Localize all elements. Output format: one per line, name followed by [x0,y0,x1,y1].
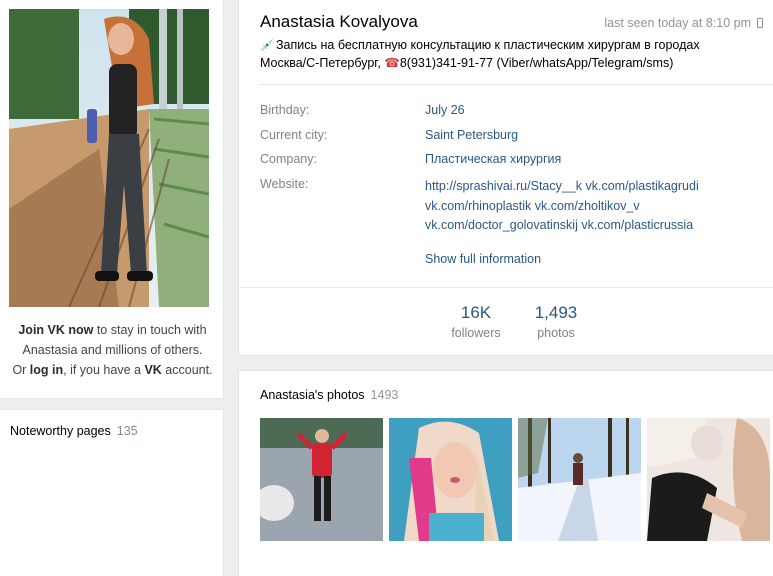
status-text-2: Москва/С-Петербург, [260,56,385,70]
birthday-value[interactable]: July 26 [425,103,465,117]
photo-image [260,418,383,541]
company-label: Company: [260,152,317,166]
birthday-label: Birthday: [260,103,310,117]
photo-thumbnail[interactable] [389,418,512,541]
followers-stat[interactable]: 16K followers [436,303,516,340]
syringe-icon: 💉 [260,40,274,52]
avatar-photo [9,9,209,307]
followers-count: 16K [460,303,492,322]
login-link[interactable]: log in [30,363,63,377]
photos-stat[interactable]: 1,493 photos [516,303,596,340]
city-label: Current city: [260,128,328,142]
photo-image [389,418,512,541]
company-value[interactable]: Пластическая хирургия [425,152,561,166]
join-text-2: Anastasia and millions of others. [22,343,203,357]
vk-brand: VK [144,363,162,377]
website-link[interactable]: vk.com/rhinoplastik vk.com/zholtikov_v [425,197,745,217]
website-value: http://sprashivai.ru/Stacy__k vk.com/pla… [425,177,745,236]
profile-name: Anastasia Kovalyova [260,12,418,31]
phone-icon: ☎ [384,56,400,70]
mobile-icon [757,18,763,28]
photo-thumbnail[interactable] [647,418,770,541]
followers-label: followers [451,326,501,340]
photo-image [647,418,770,541]
noteworthy-pages-card: Noteworthy pages 135 [0,409,224,576]
city-value[interactable]: Saint Petersburg [425,128,518,142]
profile-info-card: Anastasia Kovalyova last seen today at 8… [238,0,773,356]
photos-count: 1,493 [534,303,578,322]
avatar-card: Join VK now to stay in touch with Anasta… [0,0,224,399]
noteworthy-title: Noteworthy pages [10,424,111,438]
noteworthy-pages-header[interactable]: Noteworthy pages 135 [10,424,138,438]
noteworthy-count: 135 [116,424,138,438]
join-link[interactable]: Join VK now [18,323,93,337]
photos-label: photos [537,326,575,340]
join-text-3a: Or [12,363,30,377]
photo-image [518,418,641,541]
website-link[interactable]: http://sprashivai.ru/Stacy__k vk.com/pla… [425,177,745,197]
avatar[interactable] [9,9,209,307]
photo-thumbnail[interactable] [518,418,641,541]
last-seen-status: last seen today at 8:10 pm [604,16,763,30]
join-text-3c: account. [161,363,213,377]
divider [239,287,773,288]
show-full-info-link[interactable]: Show full information [425,252,541,266]
photos-total: 1493 [370,388,399,402]
divider [260,84,773,85]
photos-header[interactable]: Anastasia's photos 1493 [260,388,398,402]
last-seen-text: last seen today at 8:10 pm [604,16,751,30]
photos-title: Anastasia's photos [260,388,365,402]
profile-status: 💉 Запись на бесплатную консультацию к пла… [260,37,760,72]
photos-card: Anastasia's photos 1493 [238,370,773,576]
join-text-3b: , if you have a [63,363,145,377]
photo-thumbnail[interactable] [260,418,383,541]
website-label: Website: [260,177,309,191]
join-prompt: Join VK now to stay in touch with Anasta… [0,320,225,380]
website-link[interactable]: vk.com/doctor_golovatinskij vk.com/plast… [425,216,745,236]
status-phone: 8(931)341-91-77 (Viber/whatsApp/Telegram… [399,56,674,70]
status-text-1: Запись на бесплатную консультацию к плас… [276,38,700,52]
join-text: to stay in touch with [93,323,207,337]
